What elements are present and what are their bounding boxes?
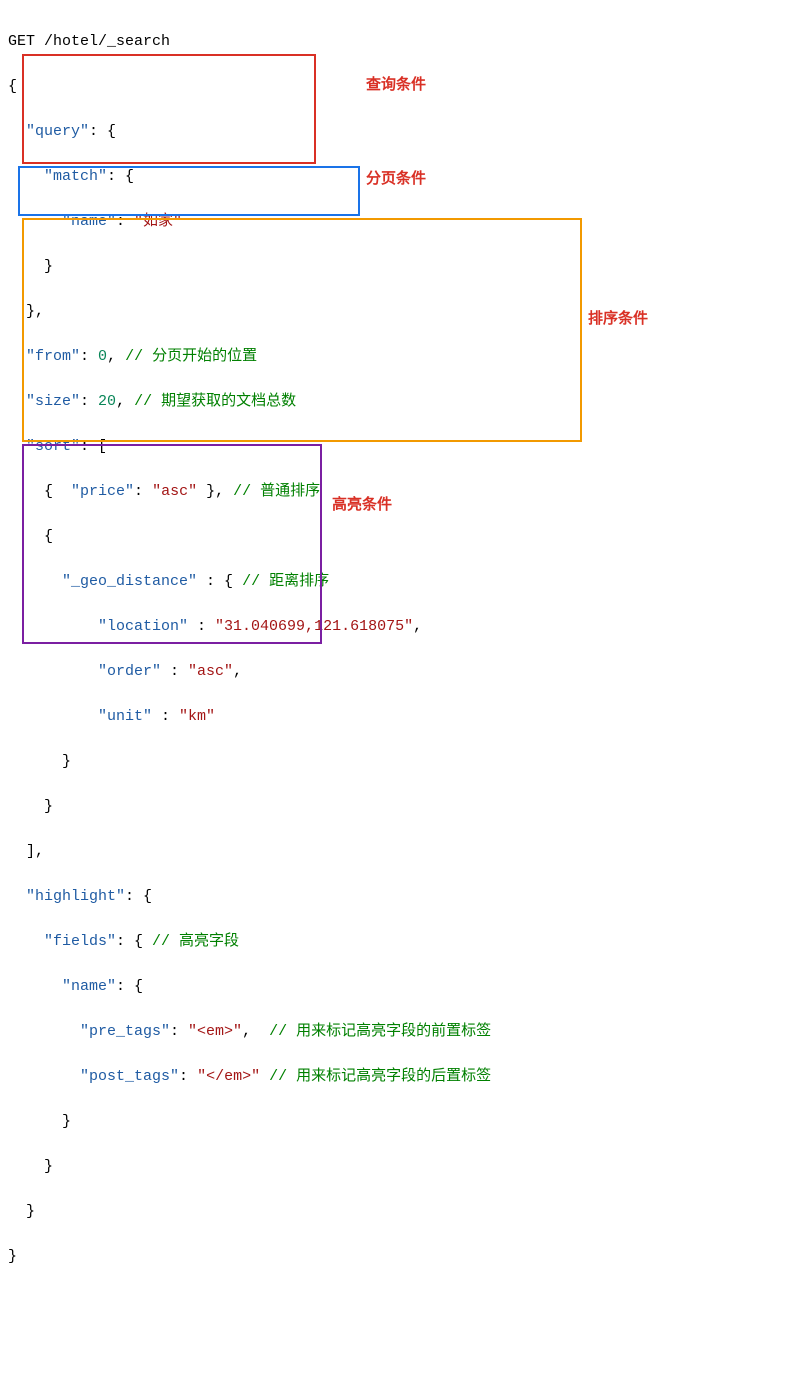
fields-close: } bbox=[8, 1156, 787, 1179]
geo-open: "_geo_distance" : { // 距离排序 bbox=[8, 571, 787, 594]
sort-obj-open: { bbox=[8, 526, 787, 549]
geo-close: } bbox=[8, 751, 787, 774]
name-line: "name": "如家" bbox=[8, 211, 787, 234]
highlight-annotation: 高亮条件 bbox=[332, 494, 392, 517]
post-tags-line: "post_tags": "</em>" // 用来标记高亮字段的后置标签 bbox=[8, 1066, 787, 1089]
fields-open: "fields": { // 高亮字段 bbox=[8, 931, 787, 954]
sort-close: ], bbox=[8, 841, 787, 864]
from-line: "from": 0, // 分页开始的位置 bbox=[8, 346, 787, 369]
sort-annotation: 排序条件 bbox=[588, 308, 648, 331]
location-line: "location" : "31.040699,121.618075", bbox=[8, 616, 787, 639]
pre-tags-line: "pre_tags": "<em>", // 用来标记高亮字段的前置标签 bbox=[8, 1021, 787, 1044]
code-block: GET /hotel/_search { "query": { "match":… bbox=[8, 8, 787, 1376]
hl-name-close: } bbox=[8, 1111, 787, 1134]
price-sort: { "price": "asc" }, // 普通排序 bbox=[8, 481, 787, 504]
match-close: } bbox=[8, 256, 787, 279]
query-box bbox=[22, 54, 316, 164]
query-open: "query": { bbox=[8, 121, 787, 144]
query-annotation: 查询条件 bbox=[366, 74, 426, 97]
size-line: "size": 20, // 期望获取的文档总数 bbox=[8, 391, 787, 414]
brace-close: } bbox=[8, 1246, 787, 1269]
hl-name-open: "name": { bbox=[8, 976, 787, 999]
unit-line: "unit" : "km" bbox=[8, 706, 787, 729]
paging-annotation: 分页条件 bbox=[366, 168, 426, 191]
query-close: }, bbox=[8, 301, 787, 324]
order-line: "order" : "asc", bbox=[8, 661, 787, 684]
request-line: GET /hotel/_search bbox=[8, 31, 787, 54]
sort-open: "sort": [ bbox=[8, 436, 787, 459]
highlight-close: } bbox=[8, 1201, 787, 1224]
highlight-open: "highlight": { bbox=[8, 886, 787, 909]
sort-obj-close: } bbox=[8, 796, 787, 819]
